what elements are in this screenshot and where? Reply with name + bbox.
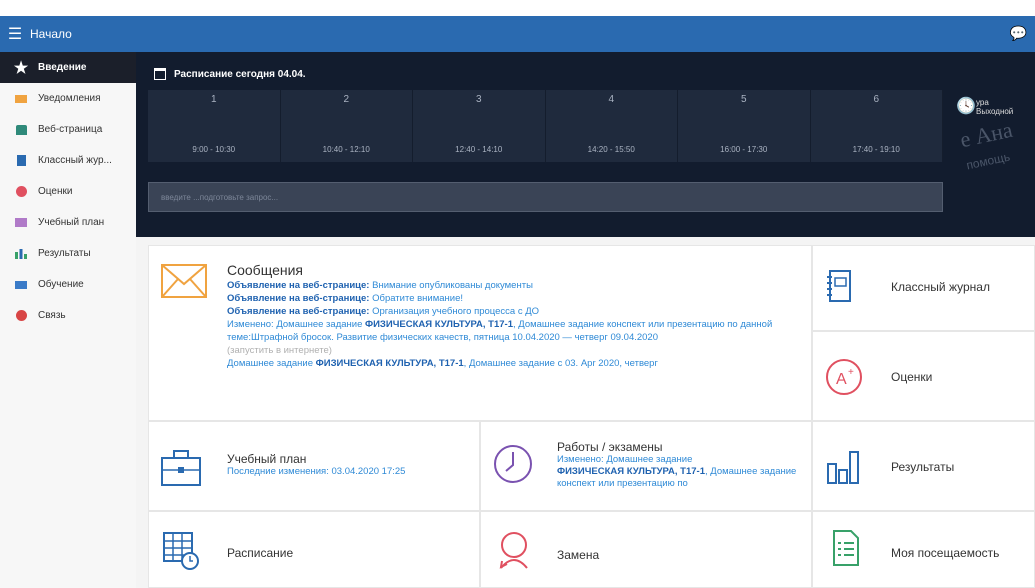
home-icon <box>14 124 28 136</box>
sidebar: ★ Введение Уведомления Веб-страница Клас… <box>0 52 136 588</box>
sidebar-item-intro[interactable]: ★ Введение <box>0 52 136 83</box>
tile-label: Работы / экзамены <box>557 440 663 454</box>
grades-icon <box>14 186 28 198</box>
tile-label: Замена <box>557 548 600 562</box>
svg-text:A: A <box>836 371 847 388</box>
homework-line[interactable]: Изменено: Домашнее задание ФИЗИЧЕСКАЯ КУ… <box>227 318 797 344</box>
sidebar-item-communication[interactable]: Связь <box>0 300 136 331</box>
briefcase-icon <box>161 450 201 486</box>
chart-icon <box>14 248 28 260</box>
communication-icon <box>14 310 28 322</box>
tile-attendance[interactable]: Моя посещаемость <box>812 511 1035 588</box>
app-title: Начало <box>30 27 72 41</box>
sidebar-item-notifications[interactable]: Уведомления <box>0 83 136 114</box>
schedule-grid-icon <box>163 532 199 570</box>
star-icon: ★ <box>13 59 29 77</box>
clock-icon <box>494 445 532 483</box>
schedule-slot[interactable]: 3 12:40 - 14:10 <box>413 90 546 162</box>
side-label: ура Выходной <box>976 98 1014 116</box>
tile-results[interactable]: Результаты <box>812 421 1035 511</box>
sidebar-item-grades[interactable]: Оценки <box>0 176 136 207</box>
tile-label: Оценки <box>891 370 933 384</box>
schedule-slot[interactable]: 1 9:00 - 10:30 <box>148 90 281 162</box>
hamburger-menu-icon[interactable]: ☰ <box>0 24 30 44</box>
sidebar-item-plan[interactable]: Учебный план <box>0 207 136 238</box>
journal-icon <box>14 155 28 167</box>
plan-icon <box>14 217 28 229</box>
tile-label: Классный журнал <box>891 280 990 294</box>
sidebar-item-label: Обучение <box>38 279 84 290</box>
tile-label: Учебный план <box>227 452 307 466</box>
clock-icon: 🕓 <box>956 98 976 115</box>
sidebar-item-label: Веб-страница <box>38 124 103 135</box>
search-input[interactable]: введите ...подготовьте запрос... <box>148 182 943 212</box>
sidebar-item-label: Введение <box>38 62 87 73</box>
schedule-slot[interactable]: 6 17:40 - 19:10 <box>810 90 943 162</box>
tile-label: Результаты <box>891 460 955 474</box>
sidebar-item-label: Уведомления <box>38 93 101 104</box>
messages-card[interactable]: Сообщения Объявление на веб-странице: Вн… <box>148 245 812 421</box>
sidebar-item-label: Оценки <box>38 186 73 197</box>
journal-icon <box>827 270 851 302</box>
envelope-icon <box>161 264 207 298</box>
schedule-slot[interactable]: 4 14:20 - 15:50 <box>545 90 678 162</box>
learning-icon <box>14 279 28 291</box>
today-schedule-panel: Расписание сегодня 04.04. 1 9:00 - 10:30 … <box>136 52 1035 237</box>
calendar-icon <box>154 68 166 80</box>
app-bar: ☰ Начало 💬 <box>0 16 1035 52</box>
schedule-slot[interactable]: 5 16:00 - 17:30 <box>678 90 811 162</box>
sidebar-item-label: Классный жур... <box>38 155 112 166</box>
tile-replacement[interactable]: Замена <box>480 511 812 588</box>
watermark-text: помощь <box>965 149 1012 173</box>
run-link[interactable]: (запустить в интернете) <box>227 344 797 357</box>
attendance-sheet-icon <box>833 530 859 566</box>
sidebar-item-learning[interactable]: Обучение <box>0 269 136 300</box>
svg-text:+: + <box>848 367 854 378</box>
sidebar-item-webpage[interactable]: Веб-страница <box>0 114 136 145</box>
schedule-slot[interactable]: 2 10:40 - 12:10 <box>280 90 413 162</box>
message-line[interactable]: Объявление на веб-странице: Организация … <box>227 305 797 318</box>
messages-body: Сообщения Объявление на веб-странице: Вн… <box>227 262 797 370</box>
grades-icon: A + <box>826 359 862 395</box>
tile-plan[interactable]: Учебный план Последние изменения: 03.04.… <box>148 421 480 511</box>
tile-schedule[interactable]: Расписание <box>148 511 480 588</box>
top-strip <box>0 0 1035 16</box>
message-line[interactable]: Объявление на веб-странице: Обратите вни… <box>227 292 797 305</box>
schedule-heading: Расписание сегодня 04.04. <box>154 68 306 80</box>
tile-label: Моя посещаемость <box>891 546 1000 560</box>
watermark-text: е Ана <box>957 116 1015 153</box>
tile-label: Расписание <box>227 546 294 560</box>
side-info: 🕓 ура Выходной е Ана помощь <box>954 96 1035 186</box>
plan-last-changed: Последние изменения: 03.04.2020 17:25 <box>227 466 406 477</box>
tile-works[interactable]: Работы / экзамены Изменено: Домашнее зад… <box>480 421 812 511</box>
tile-journal[interactable]: Классный журнал <box>812 245 1035 331</box>
message-line[interactable]: Объявление на веб-странице: Внимание опу… <box>227 279 797 292</box>
sidebar-item-label: Учебный план <box>38 217 105 228</box>
works-detail[interactable]: Изменено: Домашнее задание ФИЗИЧЕСКАЯ КУЛ… <box>557 454 802 490</box>
chat-icon[interactable]: 💬 <box>1010 25 1027 42</box>
replacement-icon <box>499 532 528 569</box>
sidebar-item-label: Связь <box>38 310 66 321</box>
tile-grades[interactable]: A + Оценки <box>812 331 1035 421</box>
sidebar-item-label: Результаты <box>38 248 91 259</box>
sidebar-item-journal[interactable]: Классный жур... <box>0 145 136 176</box>
homework-line[interactable]: Домашнее задание ФИЗИЧЕСКАЯ КУЛЬТУРА, Т1… <box>227 357 797 370</box>
sidebar-item-results[interactable]: Результаты <box>0 238 136 269</box>
messages-title: Сообщения <box>227 262 303 278</box>
bar-chart-icon <box>827 451 859 484</box>
schedule-slots: 1 9:00 - 10:30 2 10:40 - 12:10 3 12:40 - 14… <box>148 90 943 162</box>
notifications-icon <box>14 93 28 105</box>
